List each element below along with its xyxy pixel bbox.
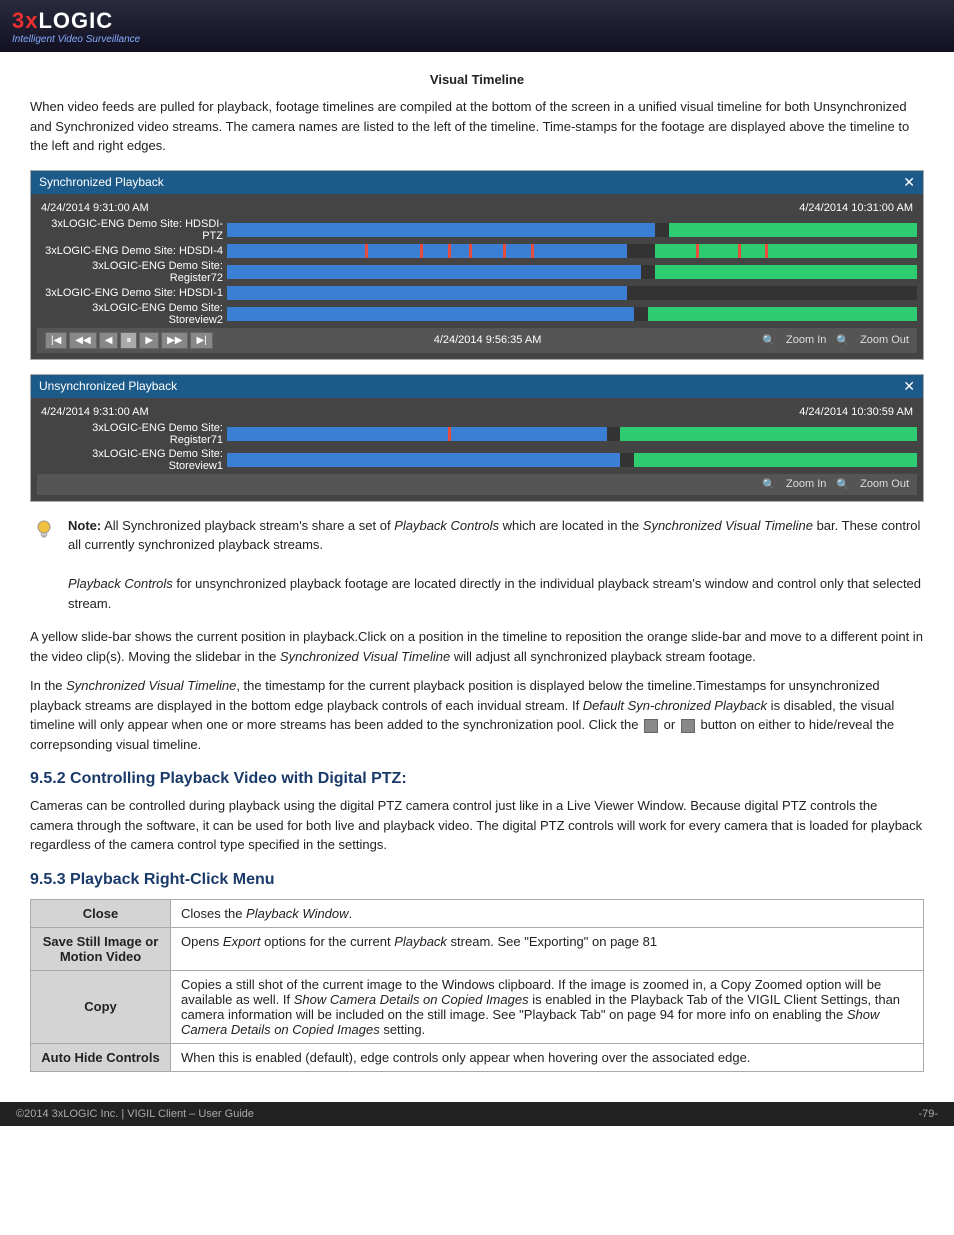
sync-camera-label-2: 3xLOGIC-ENG Demo Site: Register72 — [37, 260, 227, 284]
table-cell-copy-desc: Copies a still shot of the current image… — [171, 970, 924, 1043]
note-box: Note: All Synchronized playback stream's… — [30, 516, 924, 614]
sync-camera-row-0: 3xLOGIC-ENG Demo Site: HDSDI-PTZ — [37, 218, 917, 242]
visual-timeline-title: Visual Timeline — [30, 72, 924, 87]
unsync-time-right: 4/24/2014 10:30:59 AM — [799, 406, 913, 418]
sync-zoom-out-label[interactable]: Zoom Out — [860, 334, 909, 346]
sync-camera-row-3: 3xLOGIC-ENG Demo Site: HDSDI-1 — [37, 286, 917, 300]
table-cell-close-desc: Closes the Playback Window. — [171, 899, 924, 927]
sync-timestamp: 4/24/2014 9:56:35 AM — [434, 334, 542, 346]
ctrl-prev-end[interactable]: |◀ — [45, 332, 67, 349]
sync-camera-label-4: 3xLOGIC-ENG Demo Site: Storeview2 — [37, 302, 227, 326]
table-cell-save-label: Save Still Image or Motion Video — [31, 927, 171, 970]
ctrl-fwd[interactable]: ▶▶ — [161, 332, 188, 349]
note-content: Note: All Synchronized playback stream's… — [68, 516, 924, 614]
unsynchronized-playback-inner: 4/24/2014 9:31:00 AM 4/24/2014 10:30:59 … — [31, 398, 923, 501]
logo-3x: 3x — [12, 8, 38, 33]
sync-camera-label-1: 3xLOGIC-ENG Demo Site: HDSDI-4 — [37, 245, 227, 257]
synchronized-playback-inner: 4/24/2014 9:31:00 AM 4/24/2014 10:31:00 … — [31, 194, 923, 359]
right-click-menu-table: Close Closes the Playback Window. Save S… — [30, 899, 924, 1072]
ctrl-prev[interactable]: ◀◀ — [69, 332, 96, 349]
table-cell-close-label: Close — [31, 899, 171, 927]
unsync-camera-row-0: 3xLOGIC-ENG Demo Site: Register71 — [37, 422, 917, 446]
synchronized-playback-label: Synchronized Playback — [39, 175, 164, 189]
synchronized-playback-box: Synchronized Playback ✕ 4/24/2014 9:31:0… — [30, 170, 924, 360]
para2: A yellow slide-bar shows the current pos… — [30, 627, 924, 666]
unsynchronized-playback-box: Unsynchronized Playback ✕ 4/24/2014 9:31… — [30, 374, 924, 502]
table-row-save: Save Still Image or Motion Video Opens E… — [31, 927, 924, 970]
visual-timeline-para1: When video feeds are pulled for playback… — [30, 97, 924, 156]
ctrl-step-fwd[interactable]: ▶ — [139, 332, 159, 349]
sync-camera-bar-3[interactable] — [227, 286, 917, 300]
sync-zoom-controls: 🔍 Zoom In 🔍 Zoom Out — [762, 334, 909, 347]
synchronized-playback-header: Synchronized Playback ✕ — [31, 171, 923, 194]
sync-camera-row-2: 3xLOGIC-ENG Demo Site: Register72 — [37, 260, 917, 284]
table-cell-copy-label: Copy — [31, 970, 171, 1043]
unsync-zoom-in-label[interactable]: Zoom In — [786, 478, 826, 490]
unsync-zoom-out-icon[interactable]: 🔍 — [836, 478, 850, 491]
sync-zoom-in-icon[interactable]: 🔍 — [762, 334, 776, 347]
sync-camera-bar-2[interactable] — [227, 265, 917, 279]
note-icon — [30, 516, 58, 556]
ctrl-step-back[interactable]: ◀ — [99, 332, 119, 349]
unsync-zoom-controls: 🔍 Zoom In 🔍 Zoom Out — [762, 478, 909, 491]
unsync-zoom-out-label[interactable]: Zoom Out — [860, 478, 909, 490]
para3: In the Synchronized Visual Timeline, the… — [30, 676, 924, 754]
unsynced-close-icon[interactable]: ✕ — [903, 378, 915, 395]
note-label: Note: All Synchronized playback stream's… — [68, 518, 920, 553]
ctrl-pause[interactable]: ⏸ — [120, 332, 137, 349]
unsync-camera-row-1: 3xLOGIC-ENG Demo Site: Storeview1 — [37, 448, 917, 472]
lightbulb-icon — [32, 518, 56, 542]
sync-camera-bar-0[interactable] — [227, 223, 917, 237]
unsync-controls-row: 🔍 Zoom In 🔍 Zoom Out — [37, 474, 917, 495]
unsync-camera-bar-0[interactable] — [227, 427, 917, 441]
sync-time-right: 4/24/2014 10:31:00 AM — [799, 202, 913, 214]
section-952-para: Cameras can be controlled during playbac… — [30, 796, 924, 855]
logo-logic: LOGIC — [38, 8, 113, 33]
logo: 3xLOGIC Intelligent Video Surveillance — [12, 8, 140, 45]
hide-button-icon[interactable] — [644, 719, 658, 733]
note-line2: Playback Controls for unsynchronized pla… — [68, 576, 921, 611]
header: 3xLOGIC Intelligent Video Surveillance — [0, 0, 954, 52]
unsynchronized-playback-label: Unsynchronized Playback — [39, 379, 177, 393]
unsync-camera-label-0: 3xLOGIC-ENG Demo Site: Register71 — [37, 422, 227, 446]
sync-camera-bar-4[interactable] — [227, 307, 917, 321]
main-content: Visual Timeline When video feeds are pul… — [0, 52, 954, 1092]
sync-zoom-out-icon[interactable]: 🔍 — [836, 334, 850, 347]
table-row-autohide: Auto Hide Controls When this is enabled … — [31, 1043, 924, 1071]
unsync-time-left: 4/24/2014 9:31:00 AM — [41, 406, 149, 418]
sync-time-left: 4/24/2014 9:31:00 AM — [41, 202, 149, 214]
logo-text: 3xLOGIC — [12, 8, 140, 34]
ctrl-next-end[interactable]: ▶| — [190, 332, 212, 349]
close-icon[interactable]: ✕ — [903, 174, 915, 191]
reveal-button-icon[interactable] — [681, 719, 695, 733]
unsync-camera-label-1: 3xLOGIC-ENG Demo Site: Storeview1 — [37, 448, 227, 472]
table-row-copy: Copy Copies a still shot of the current … — [31, 970, 924, 1043]
footer-right: -79- — [918, 1108, 938, 1120]
playback-container: Synchronized Playback ✕ 4/24/2014 9:31:0… — [30, 170, 924, 502]
sync-camera-label-3: 3xLOGIC-ENG Demo Site: HDSDI-1 — [37, 287, 227, 299]
unsync-timeline-header: 4/24/2014 9:31:00 AM 4/24/2014 10:30:59 … — [37, 404, 917, 420]
sync-camera-row-4: 3xLOGIC-ENG Demo Site: Storeview2 — [37, 302, 917, 326]
table-cell-autohide-desc: When this is enabled (default), edge con… — [171, 1043, 924, 1071]
table-cell-autohide-label: Auto Hide Controls — [31, 1043, 171, 1071]
sync-timeline-header: 4/24/2014 9:31:00 AM 4/24/2014 10:31:00 … — [37, 200, 917, 216]
unsynchronized-playback-header: Unsynchronized Playback ✕ — [31, 375, 923, 398]
sync-controls-row: |◀ ◀◀ ◀ ⏸ ▶ ▶▶ ▶| 4/24/2014 9:56:35 AM 🔍… — [37, 328, 917, 353]
table-cell-save-desc: Opens Export options for the current Pla… — [171, 927, 924, 970]
unsync-zoom-in-icon[interactable]: 🔍 — [762, 478, 776, 491]
sync-camera-bar-1[interactable] — [227, 244, 917, 258]
section-953-heading: 9.5.3 Playback Right-Click Menu — [30, 871, 924, 889]
sync-ctrl-buttons: |◀ ◀◀ ◀ ⏸ ▶ ▶▶ ▶| — [45, 332, 213, 349]
footer: ©2014 3xLOGIC Inc. | VIGIL Client – User… — [0, 1102, 954, 1126]
sync-camera-row-1: 3xLOGIC-ENG Demo Site: HDSDI-4 — [37, 244, 917, 258]
logo-tagline: Intelligent Video Surveillance — [12, 34, 140, 45]
footer-left: ©2014 3xLOGIC Inc. | VIGIL Client – User… — [16, 1108, 254, 1120]
table-row-close: Close Closes the Playback Window. — [31, 899, 924, 927]
section-952-heading: 9.5.2 Controlling Playback Video with Di… — [30, 770, 924, 788]
sync-camera-label-0: 3xLOGIC-ENG Demo Site: HDSDI-PTZ — [37, 218, 227, 242]
unsync-camera-bar-1[interactable] — [227, 453, 917, 467]
sync-zoom-in-label[interactable]: Zoom In — [786, 334, 826, 346]
